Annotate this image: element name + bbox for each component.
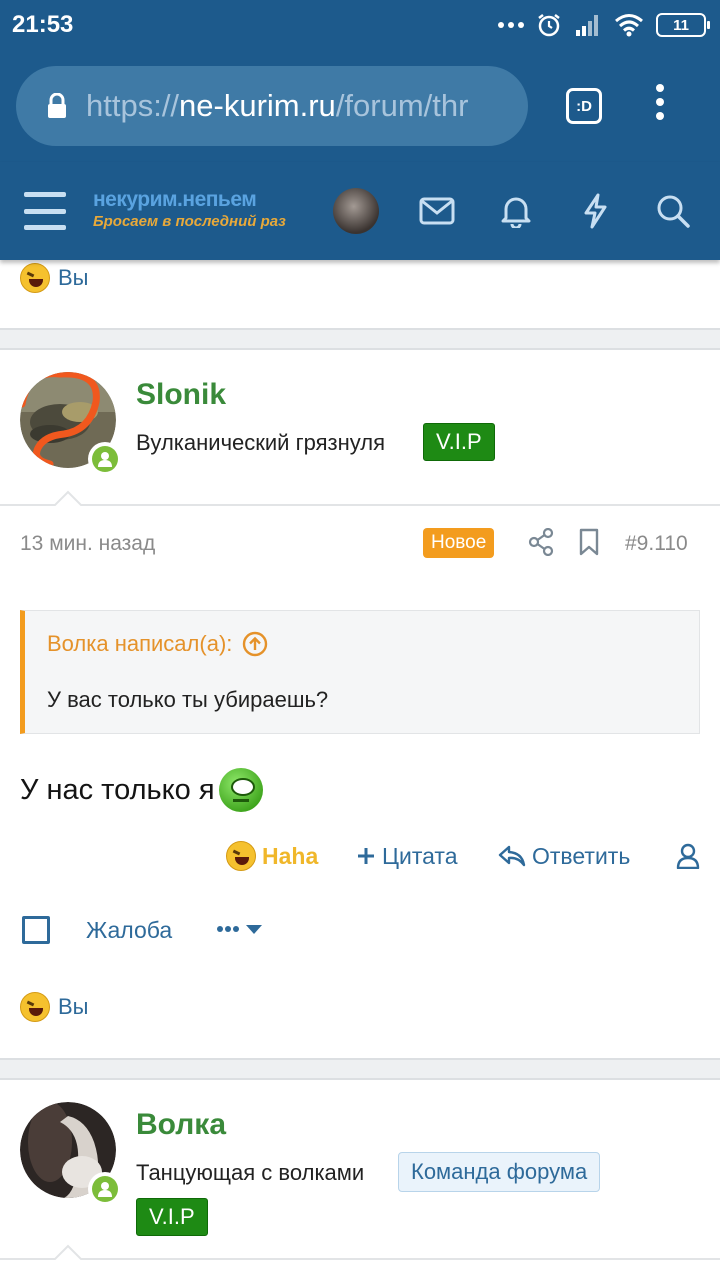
quote-header[interactable]: Волка написал(а): — [47, 631, 268, 657]
browser-toolbar: https://ne-kurim.ru/forum/thr :D — [0, 52, 720, 162]
url-bar[interactable]: https://ne-kurim.ru/forum/thr — [16, 66, 528, 146]
account-avatar[interactable] — [333, 188, 379, 234]
reactions-summary[interactable]: Вы — [20, 992, 89, 1022]
quote-text: У вас только ты убираешь? — [47, 687, 329, 712]
post-time[interactable]: 13 мин. назад — [20, 532, 155, 556]
post-number[interactable]: #9.110 — [625, 532, 688, 556]
post-separator — [0, 1058, 720, 1080]
user-title: Вулканический грязнуля — [136, 430, 386, 455]
signal-icon — [576, 15, 598, 36]
post-username[interactable]: Волка — [136, 1108, 226, 1142]
status-icons: 11 — [498, 12, 710, 38]
alarm-icon — [538, 14, 560, 37]
team-badge: Команда форума — [398, 1152, 601, 1192]
status-bar: 21:53 11 — [0, 0, 720, 52]
laughing-emoji-icon — [226, 841, 256, 871]
user-title: Танцующая с волками — [136, 1160, 365, 1185]
post-body: У нас только я — [20, 768, 263, 812]
avatar[interactable] — [20, 1102, 122, 1206]
mail-icon[interactable] — [418, 192, 456, 230]
report-link[interactable]: Жалоба — [86, 910, 172, 950]
reply-button[interactable]: Ответить — [498, 836, 630, 876]
wifi-icon — [615, 14, 643, 37]
avatar[interactable] — [20, 372, 122, 476]
thread-content: Вы Slonik Вулканический грязнуля V.I.P 1… — [0, 260, 720, 1280]
laughing-emoji-icon — [20, 992, 50, 1022]
select-post-checkbox[interactable] — [22, 916, 50, 944]
tab-switcher-button[interactable]: :D — [566, 88, 602, 124]
site-header: некурим.непьем Бросаем в последний раз — [0, 162, 720, 260]
green-smiley-icon — [218, 768, 263, 812]
pointer-arrow-icon — [54, 1244, 82, 1260]
reaction-users-link[interactable]: Вы — [58, 265, 89, 291]
vip-badge: V.I.P — [423, 423, 495, 461]
quote-block: Волка написал(а): У вас только ты убирае… — [20, 610, 700, 734]
battery-icon: 11 — [656, 13, 710, 37]
search-icon[interactable] — [654, 192, 692, 230]
hamburger-menu-icon[interactable] — [24, 192, 66, 230]
haha-reaction-button[interactable]: Haha — [226, 836, 318, 876]
reaction-users-link[interactable]: Вы — [58, 994, 89, 1020]
reactions-summary[interactable]: Вы — [20, 263, 89, 293]
post-separator — [0, 328, 720, 350]
lock-icon — [46, 93, 68, 119]
site-logo[interactable]: некурим.непьем Бросаем в последний раз — [93, 188, 286, 230]
share-icon[interactable] — [528, 528, 554, 556]
more-notifications-icon — [498, 22, 524, 28]
quote-button[interactable]: Цитата — [356, 836, 458, 876]
user-divider — [0, 504, 720, 506]
lightning-icon[interactable] — [576, 192, 614, 230]
more-options-button[interactable] — [216, 922, 266, 936]
new-badge: Новое — [423, 528, 495, 558]
reply-icon — [498, 845, 526, 867]
user-info-button[interactable] — [676, 836, 700, 876]
browser-menu-button[interactable] — [656, 84, 664, 120]
online-status-icon — [88, 442, 122, 476]
jump-up-icon[interactable] — [242, 631, 268, 657]
bell-icon[interactable] — [497, 192, 535, 230]
post-username[interactable]: Slonik — [136, 378, 226, 412]
online-status-icon — [88, 1172, 122, 1206]
url-text[interactable]: https://ne-kurim.ru/forum/thr — [86, 88, 468, 124]
user-icon — [676, 843, 700, 869]
status-time: 21:53 — [12, 11, 74, 38]
laughing-emoji-icon — [20, 263, 50, 293]
more-dropdown-icon — [217, 925, 262, 934]
bookmark-icon[interactable] — [578, 528, 600, 556]
pointer-arrow-icon — [54, 490, 82, 506]
post-actions: Haha Цитата Ответить — [0, 836, 720, 876]
plus-icon — [358, 848, 374, 864]
user-divider — [0, 1258, 720, 1260]
vip-badge: V.I.P — [136, 1198, 208, 1236]
